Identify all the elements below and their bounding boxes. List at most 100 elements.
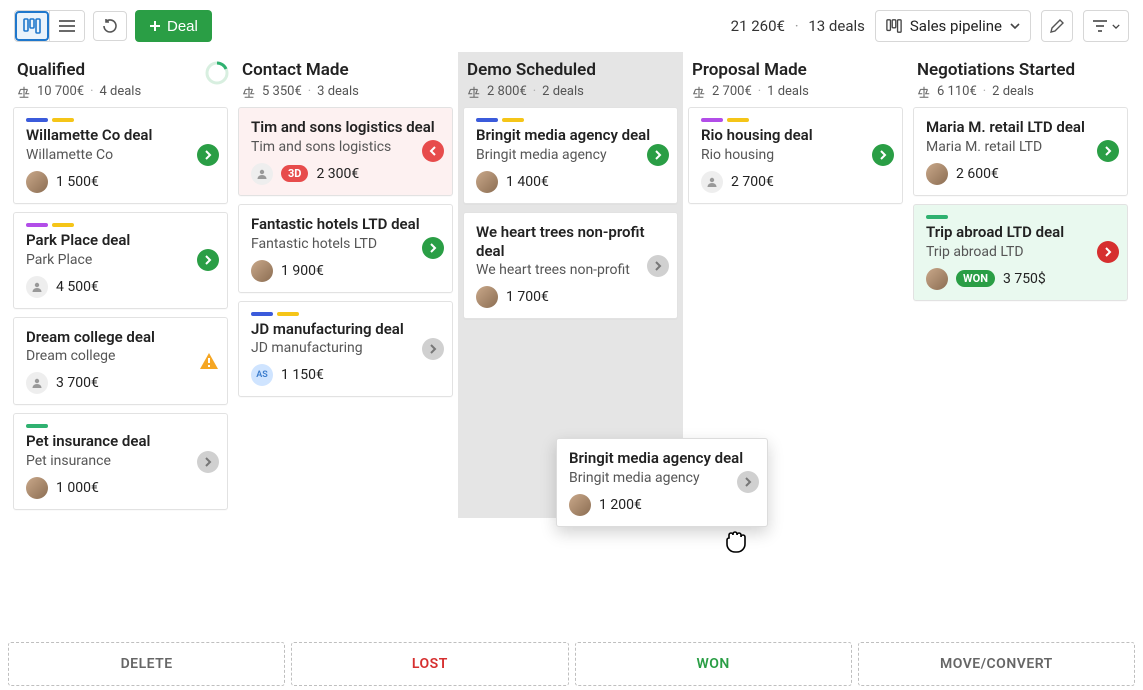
- add-deal-button[interactable]: Deal: [135, 10, 212, 42]
- card-footer: 1 700€: [476, 286, 665, 308]
- status-chevron-icon: [647, 144, 669, 166]
- deal-title: Bringit media agency deal: [476, 126, 665, 145]
- pipeline-selector[interactable]: Sales pipeline: [875, 10, 1031, 42]
- status-chevron-icon: [422, 338, 444, 360]
- deal-card[interactable]: We heart trees non-profit dealWe heart t…: [463, 212, 678, 320]
- list-icon: [58, 19, 76, 33]
- stage-header: Negotiations Started6 110€·2 deals: [913, 52, 1128, 107]
- deal-amount: 1 150€: [281, 367, 324, 383]
- dropzone-lost[interactable]: LOST: [291, 642, 568, 686]
- filter-button[interactable]: [1083, 10, 1129, 42]
- deal-card[interactable]: Fantastic hotels LTD dealFantastic hotel…: [238, 204, 453, 293]
- dropzone-won-label: WON: [696, 656, 729, 672]
- stage-count: 2 deals: [992, 84, 1034, 99]
- drop-zones: DELETE LOST WON MOVE/CONVERT: [8, 642, 1135, 686]
- stage-count: 4 deals: [99, 84, 141, 99]
- card-footer: 2 600€: [926, 163, 1115, 185]
- refresh-button[interactable]: [93, 11, 127, 41]
- org-name: Pet insurance: [26, 453, 215, 469]
- avatar: AS: [251, 364, 273, 386]
- pipeline-icon: [886, 18, 902, 34]
- overdue-badge: 3D: [281, 165, 308, 182]
- avatar: [26, 372, 48, 394]
- org-name: Maria M. retail LTD: [926, 139, 1115, 155]
- list-view-button[interactable]: [50, 11, 84, 41]
- status-chevron-icon: [197, 451, 219, 473]
- card-footer: 3D 2 300€: [251, 163, 440, 185]
- scale-icon: [242, 85, 256, 99]
- dropzone-lost-label: LOST: [412, 656, 448, 672]
- deal-amount: 1 500€: [56, 174, 99, 190]
- deal-card[interactable]: Dream college dealDream college3 700€: [13, 317, 228, 406]
- deal-card[interactable]: Rio housing dealRio housing2 700€: [688, 107, 903, 204]
- card-footer: 2 700€: [701, 171, 890, 193]
- avatar: [569, 494, 591, 516]
- tag-blue: [251, 312, 273, 316]
- card-footer: 1 400€: [476, 171, 665, 193]
- dropzone-delete[interactable]: DELETE: [8, 642, 285, 686]
- dropzone-move[interactable]: MOVE/CONVERT: [858, 642, 1135, 686]
- dropzone-won[interactable]: WON: [575, 642, 852, 686]
- plus-icon: [149, 20, 161, 32]
- warning-icon: [199, 352, 219, 370]
- card-footer: 3 700€: [26, 372, 215, 394]
- stage-header: Contact Made5 350€·3 deals: [238, 52, 453, 107]
- avatar: [926, 268, 948, 290]
- deal-amount: 1 700€: [506, 289, 549, 305]
- deal-card[interactable]: Park Place dealPark Place4 500€: [13, 212, 228, 309]
- deal-title: Willamette Co deal: [26, 126, 215, 145]
- card-footer: 1 500€: [26, 171, 215, 193]
- org-name: Bringit media agency: [569, 470, 755, 486]
- kanban-view-button[interactable]: [15, 11, 49, 41]
- dropzone-move-label: MOVE/CONVERT: [940, 656, 1053, 672]
- tag-yellow: [502, 118, 524, 122]
- stage-amount: 6 110€: [937, 84, 977, 99]
- tag-blue: [26, 118, 48, 122]
- status-chevron-icon: [1097, 241, 1119, 263]
- avatar: [701, 171, 723, 193]
- scale-icon: [17, 85, 31, 99]
- tag-green: [26, 424, 48, 428]
- org-name: Dream college: [26, 348, 215, 364]
- deal-card[interactable]: JD manufacturing dealJD manufacturingAS1…: [238, 301, 453, 398]
- tag-yellow: [52, 223, 74, 227]
- avatar: [251, 260, 273, 282]
- stage-count: 2 deals: [542, 84, 584, 99]
- stage-title: Proposal Made: [692, 60, 899, 80]
- tag-yellow: [727, 118, 749, 122]
- deal-card[interactable]: Pet insurance dealPet insurance1 000€: [13, 413, 228, 510]
- pipeline-label: Sales pipeline: [910, 17, 1002, 35]
- deal-amount: 2 300€: [316, 166, 359, 182]
- deal-card[interactable]: Tim and sons logistics deal Tim and sons …: [238, 107, 453, 196]
- stage-title: Demo Scheduled: [467, 60, 674, 80]
- stage-header: Proposal Made2 700€·1 deals: [688, 52, 903, 107]
- dragging-card[interactable]: Bringit media agency deal Bringit media …: [556, 438, 768, 527]
- deal-card[interactable]: Trip abroad LTD dealTrip abroad LTDWON3 …: [913, 204, 1128, 301]
- summary-deals: 13 deals: [808, 17, 865, 35]
- edit-button[interactable]: [1041, 10, 1073, 42]
- deal-card[interactable]: Bringit media agency dealBringit media a…: [463, 107, 678, 204]
- stage-header: Qualified10 700€·4 deals: [13, 52, 228, 107]
- deal-amount: 4 500€: [56, 279, 99, 295]
- stage-amount: 10 700€: [37, 84, 84, 99]
- org-name: Tim and sons logistics: [251, 139, 440, 155]
- stage-column[interactable]: Contact Made5 350€·3 dealsTim and sons l…: [233, 52, 458, 518]
- deal-title: Park Place deal: [26, 231, 215, 250]
- tag-purple: [701, 118, 723, 122]
- tag-yellow: [277, 312, 299, 316]
- card-footer: AS 1 150€: [251, 364, 440, 386]
- deal-amount: 3 750$: [1003, 271, 1046, 287]
- stage-count: 3 deals: [317, 84, 359, 99]
- deal-card[interactable]: Willamette Co dealWillamette Co1 500€: [13, 107, 228, 204]
- card-footer: 1 000€: [26, 477, 215, 499]
- org-name: We heart trees non-profit: [476, 262, 665, 278]
- stage-count: 1 deals: [767, 84, 809, 99]
- stage-column[interactable]: Qualified10 700€·4 dealsWillamette Co de…: [8, 52, 233, 518]
- deal-card[interactable]: Maria M. retail LTD dealMaria M. retail …: [913, 107, 1128, 196]
- status-chevron-icon: [647, 255, 669, 277]
- status-chevron-icon: [197, 144, 219, 166]
- deal-title: Tim and sons logistics deal: [251, 118, 440, 137]
- avatar: [926, 163, 948, 185]
- avatar: [26, 477, 48, 499]
- stage-column[interactable]: Negotiations Started6 110€·2 dealsMaria …: [908, 52, 1133, 518]
